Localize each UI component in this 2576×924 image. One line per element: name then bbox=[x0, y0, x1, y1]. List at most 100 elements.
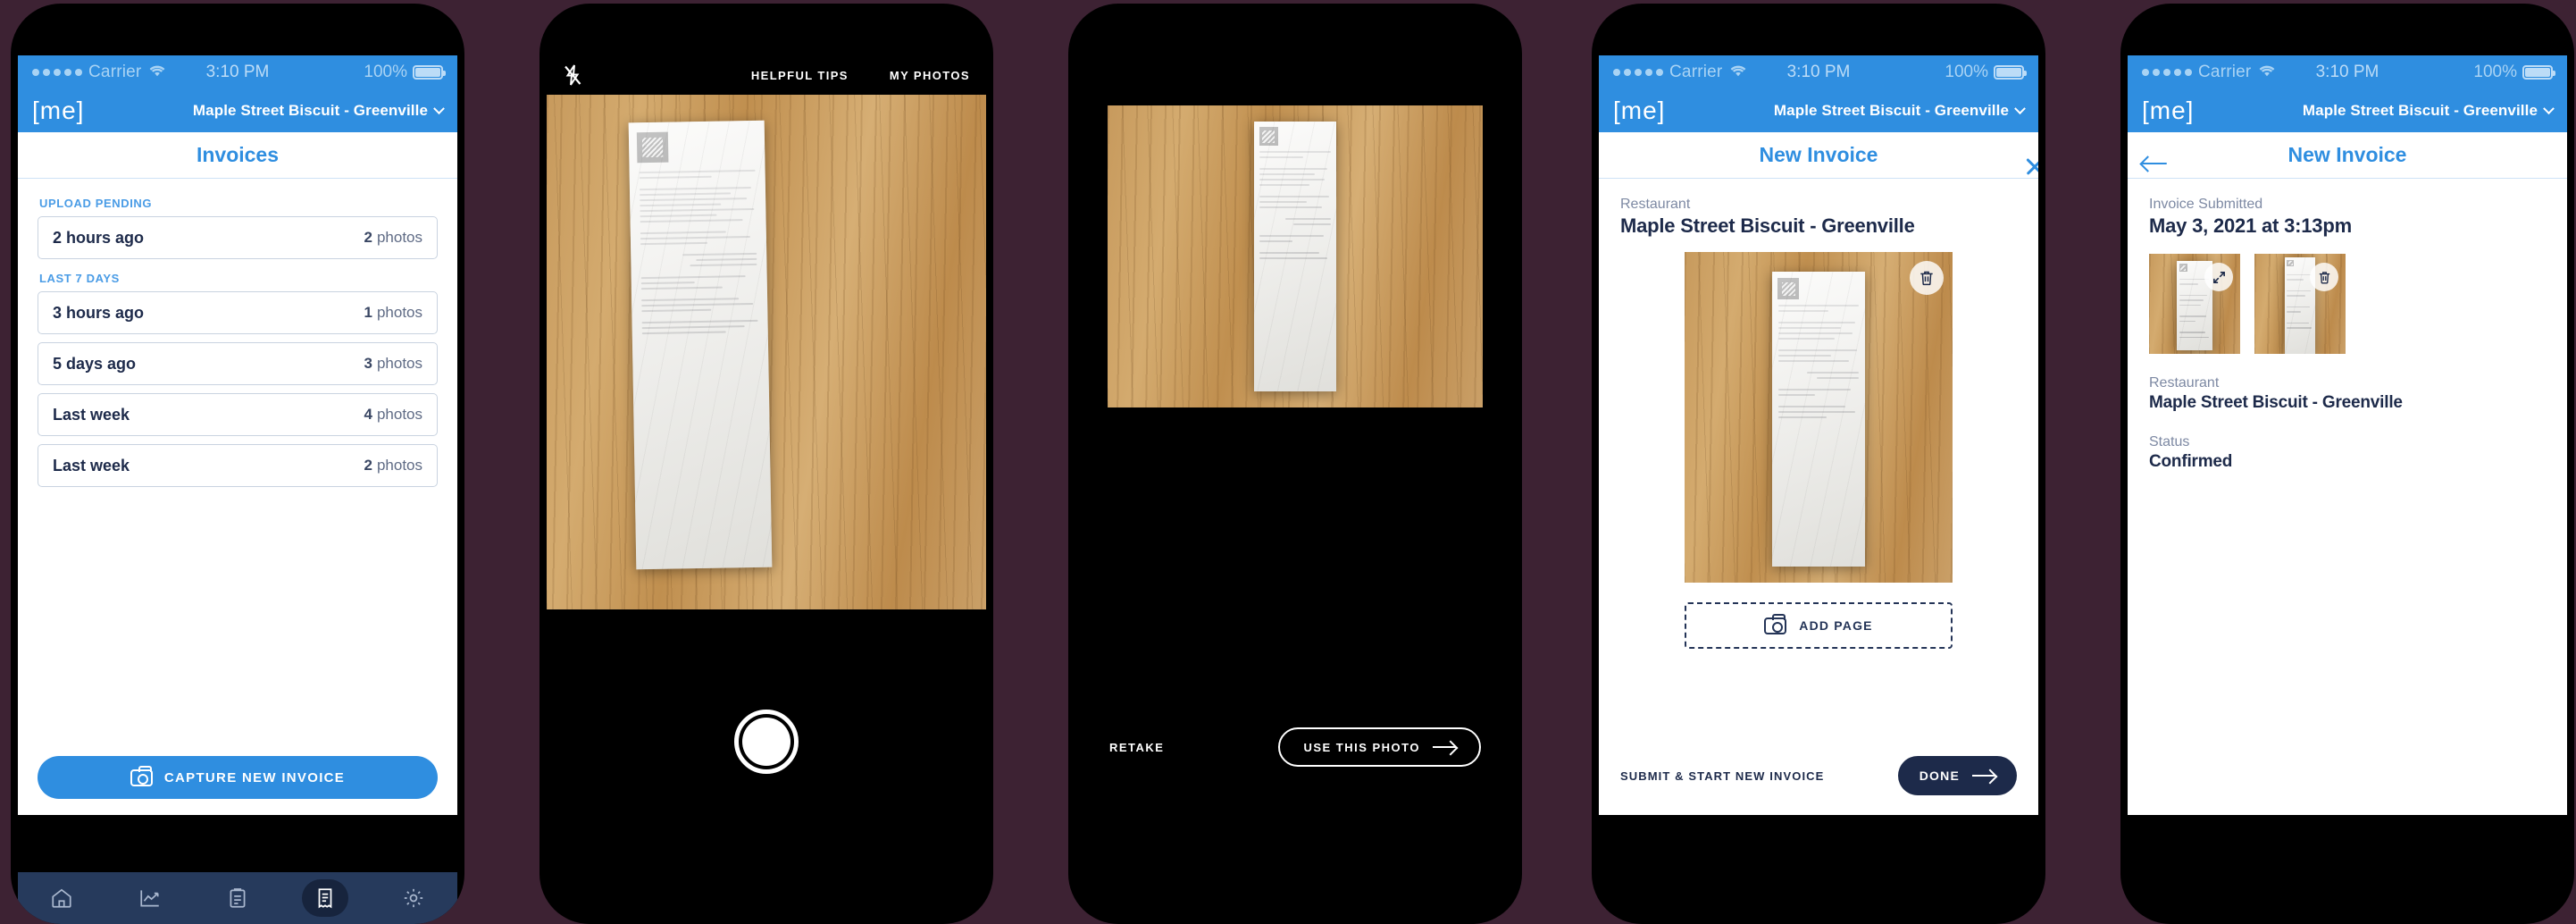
home-depot-logo bbox=[1259, 127, 1278, 147]
trash-icon bbox=[1920, 271, 1933, 286]
tab-orders[interactable] bbox=[214, 879, 261, 917]
home-depot-logo bbox=[636, 131, 669, 164]
count-number: 2 bbox=[364, 229, 372, 246]
phone-mockup-camera: HELPFUL TIPS MY PHOTOS bbox=[539, 4, 993, 924]
status-badge: Confirmed bbox=[2149, 452, 2233, 471]
count-unit: photos bbox=[376, 304, 422, 321]
invoice-photo-count: 4 photos bbox=[364, 406, 422, 424]
venue-selector[interactable]: Maple Street Biscuit - Greenville bbox=[192, 102, 445, 120]
expand-icon bbox=[2212, 271, 2225, 283]
receipt-text-lines bbox=[2177, 278, 2212, 344]
submit-start-new-button[interactable]: SUBMIT & START NEW INVOICE bbox=[1620, 769, 1824, 783]
invoice-time-label: 3 hours ago bbox=[53, 303, 145, 322]
page-title-bar: Invoices bbox=[18, 132, 457, 179]
venue-selector[interactable]: Maple Street Biscuit - Greenville bbox=[2303, 102, 2555, 120]
capture-new-invoice-button[interactable]: CAPTURE NEW INVOICE bbox=[38, 756, 438, 799]
phone-mockup-new-invoice: Carrier 3:10 PM 100% [me] Maple Street B… bbox=[1592, 4, 2045, 924]
invoice-photo-count: 1 photos bbox=[364, 304, 422, 322]
page-title: New Invoice bbox=[2287, 143, 2407, 166]
home-icon bbox=[52, 888, 71, 908]
invoice-time-label: Last week bbox=[53, 456, 130, 475]
clipboard-icon bbox=[230, 888, 246, 908]
carrier-label: Carrier bbox=[2198, 63, 2252, 81]
venue-label: Maple Street Biscuit - Greenville bbox=[192, 102, 428, 119]
restaurant-value: Maple Street Biscuit - Greenville bbox=[1620, 214, 1915, 237]
thumbnail-1[interactable] bbox=[2149, 254, 2240, 354]
invoice-time-label: Last week bbox=[53, 405, 130, 424]
preview-actions: RETAKE USE THIS PHOTO bbox=[1075, 727, 1515, 767]
done-button[interactable]: DONE bbox=[1897, 756, 2017, 795]
flash-off-icon[interactable] bbox=[563, 63, 582, 87]
helpful-tips-button[interactable]: HELPFUL TIPS bbox=[751, 69, 849, 82]
battery-full-icon bbox=[2522, 65, 2555, 80]
photo-thumbnails bbox=[2149, 254, 2546, 354]
shutter-button[interactable] bbox=[734, 710, 799, 774]
status-bar: Carrier 3:10 PM 100% bbox=[1599, 55, 2038, 89]
phone-mockup-invoices: Carrier 3:10 PM 100% [me] Maple Street B… bbox=[11, 4, 464, 924]
app-bar: [me] Maple Street Biscuit - Greenville bbox=[18, 89, 457, 132]
venue-selector[interactable]: Maple Street Biscuit - Greenville bbox=[1774, 102, 2026, 120]
invoice-row[interactable]: 5 days ago 3 photos bbox=[38, 342, 438, 385]
receipt-header bbox=[1254, 122, 1336, 149]
receipt-text-lines bbox=[1254, 149, 1336, 268]
trash-icon bbox=[2319, 271, 2329, 283]
screen-invoice-submitted: Carrier 3:10 PM 100% [me] Maple Street B… bbox=[2128, 55, 2567, 815]
new-invoice-actions: SUBMIT & START NEW INVOICE DONE bbox=[1620, 756, 2017, 795]
use-photo-label: USE THIS PHOTO bbox=[1303, 740, 1420, 754]
count-number: 4 bbox=[364, 406, 372, 423]
add-page-button[interactable]: ADD PAGE bbox=[1685, 602, 1953, 649]
thumbnail-2[interactable] bbox=[2254, 254, 2346, 354]
delete-photo-button[interactable] bbox=[2310, 263, 2338, 291]
my-photos-button[interactable]: MY PHOTOS bbox=[890, 69, 970, 82]
screen-new-invoice: Carrier 3:10 PM 100% [me] Maple Street B… bbox=[1599, 55, 2038, 815]
invoice-row[interactable]: 2 hours ago 2 photos bbox=[38, 216, 438, 259]
expand-photo-button[interactable] bbox=[2204, 263, 2233, 291]
camera-top-bar: HELPFUL TIPS MY PHOTOS bbox=[547, 55, 986, 95]
wifi-icon bbox=[1730, 63, 1746, 82]
invoice-row[interactable]: 3 hours ago 1 photos bbox=[38, 291, 438, 334]
count-number: 3 bbox=[364, 355, 372, 372]
invoice-photo[interactable] bbox=[1685, 252, 1953, 583]
camera-icon bbox=[1764, 613, 1787, 634]
delete-photo-button[interactable] bbox=[1910, 261, 1944, 295]
status-block: Status Confirmed bbox=[2149, 434, 2546, 472]
app-logo: [me] bbox=[1613, 97, 1666, 124]
carrier-label: Carrier bbox=[88, 63, 142, 81]
group-label-pending: UPLOAD PENDING bbox=[39, 197, 153, 210]
battery-percent: 100% bbox=[2473, 63, 2517, 81]
signal-dots-icon bbox=[32, 69, 82, 76]
battery-percent: 100% bbox=[364, 63, 407, 81]
count-unit: photos bbox=[376, 355, 422, 372]
page-title-bar: New Invoice bbox=[1599, 132, 2038, 179]
use-this-photo-button[interactable]: USE THIS PHOTO bbox=[1278, 727, 1481, 767]
status-bar: Carrier 3:10 PM 100% bbox=[18, 55, 457, 89]
restaurant-value: Maple Street Biscuit - Greenville bbox=[2149, 393, 2403, 412]
tab-settings[interactable] bbox=[390, 879, 437, 917]
receipt-photo bbox=[628, 120, 773, 570]
invoice-time-label: 5 days ago bbox=[53, 354, 137, 373]
phone-mockup-preview: RETAKE USE THIS PHOTO bbox=[1068, 4, 1522, 924]
invoice-row[interactable]: Last week 4 photos bbox=[38, 393, 438, 436]
app-logo: [me] bbox=[2142, 97, 2195, 124]
app-bar: [me] Maple Street Biscuit - Greenville bbox=[1599, 89, 2038, 132]
battery-full-icon bbox=[413, 65, 446, 80]
tab-invoices[interactable] bbox=[302, 879, 349, 917]
retake-button[interactable]: RETAKE bbox=[1109, 741, 1164, 754]
chevron-down-icon bbox=[2014, 102, 2026, 114]
new-invoice-body: Restaurant Maple Street Biscuit - Greenv… bbox=[1599, 179, 2038, 649]
home-depot-logo bbox=[1777, 278, 1800, 300]
battery-percent: 100% bbox=[1945, 63, 1988, 81]
camera-icon bbox=[130, 765, 153, 786]
invoice-row[interactable]: Last week 2 photos bbox=[38, 444, 438, 487]
mockup-stage: Carrier 3:10 PM 100% [me] Maple Street B… bbox=[0, 0, 2576, 924]
tab-analytics[interactable] bbox=[127, 879, 173, 917]
submitted-datetime: May 3, 2021 at 3:13pm bbox=[2149, 214, 2352, 237]
camera-viewfinder[interactable] bbox=[547, 95, 986, 609]
count-number: 1 bbox=[364, 304, 372, 321]
chevron-down-icon bbox=[433, 102, 445, 114]
count-number: 2 bbox=[364, 457, 372, 474]
receipt-text-lines bbox=[1772, 303, 1865, 428]
count-unit: photos bbox=[376, 229, 422, 246]
receipt-icon bbox=[318, 888, 332, 909]
tab-home[interactable] bbox=[38, 879, 85, 917]
